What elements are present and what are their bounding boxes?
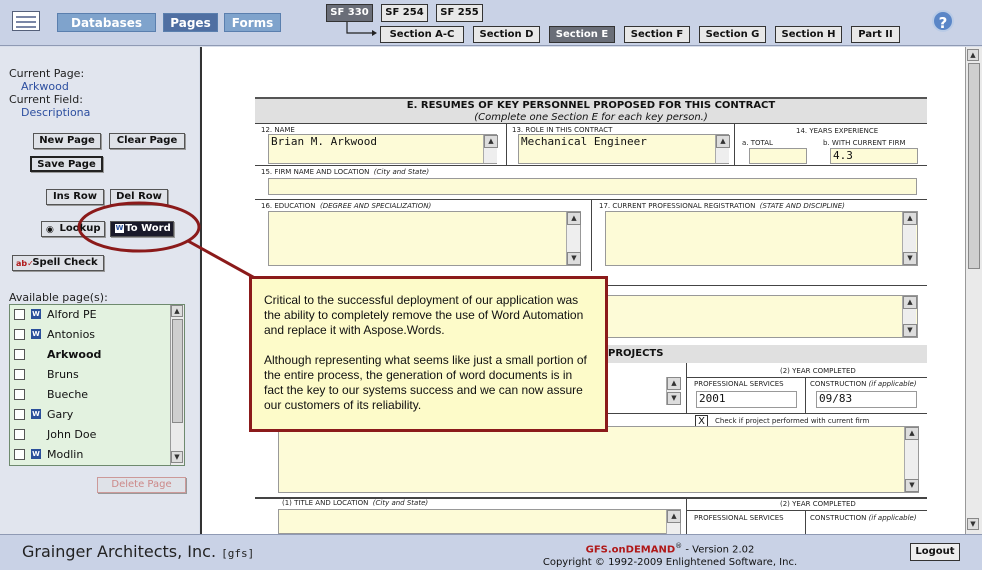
- copyright: Copyright © 1992-2009 Enlightened Softwa…: [542, 557, 798, 569]
- brand-name: GFS.onDEMAND: [585, 544, 676, 556]
- company-code: [gfs]: [221, 547, 255, 560]
- callout-paragraph-1: Critical to the successful deployment of…: [264, 293, 584, 337]
- callout-paragraph-2: Although representing what seems like ju…: [264, 353, 587, 412]
- callout-box: Critical to the successful deployment of…: [249, 276, 608, 432]
- highlight-ellipse: [77, 201, 201, 253]
- logout-button[interactable]: Logout: [910, 543, 960, 561]
- footer: Grainger Architects, Inc. [gfs] GFS.onDE…: [0, 534, 982, 570]
- brand-info: GFS.onDEMAND® - Version 2.02 Copyright ©…: [520, 540, 820, 569]
- company-name: Grainger Architects, Inc. [gfs]: [22, 542, 255, 561]
- version: - Version 2.02: [682, 544, 755, 556]
